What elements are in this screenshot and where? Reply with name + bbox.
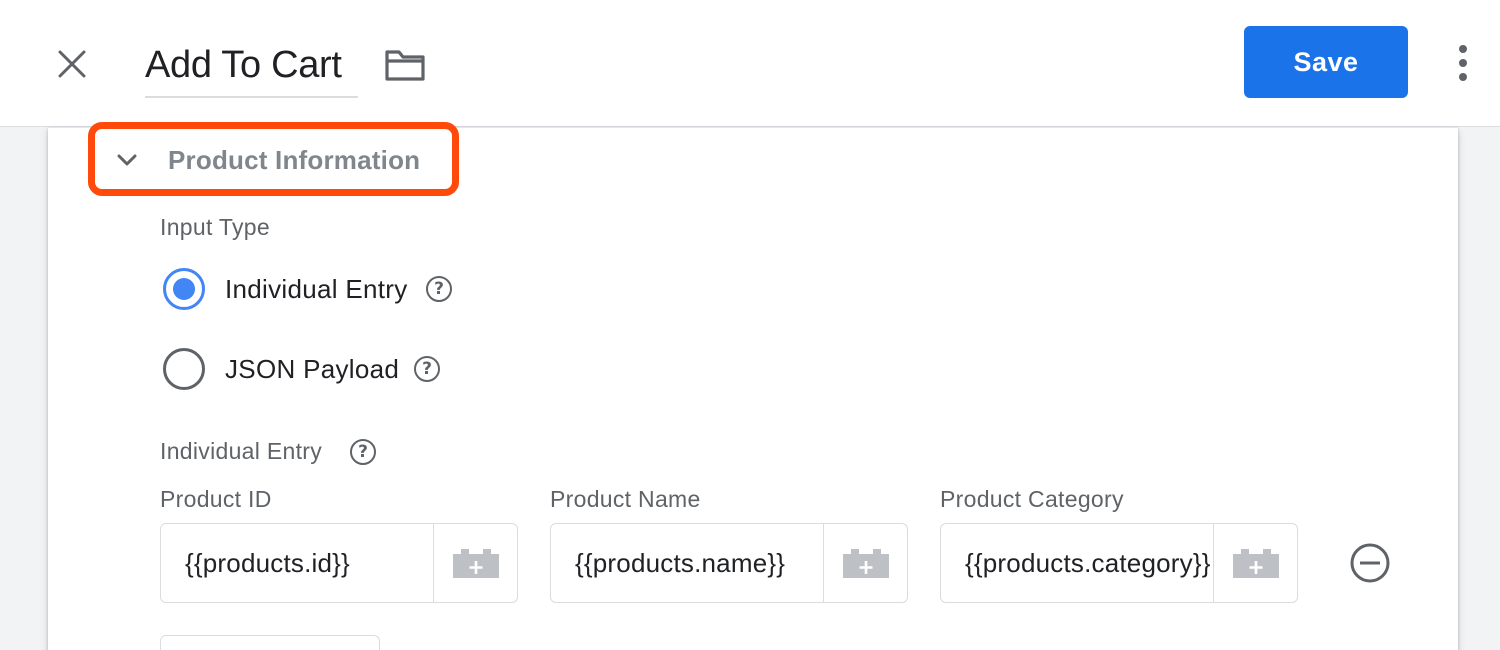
variable-picker-button[interactable]: [1213, 524, 1297, 602]
page-title[interactable]: Add To Cart: [145, 36, 358, 94]
top-bar: Add To Cart Save: [0, 0, 1500, 127]
radio-label-individual-entry: Individual Entry: [225, 274, 408, 304]
save-button[interactable]: Save: [1244, 26, 1408, 98]
more-options-button[interactable]: [1448, 40, 1478, 86]
input-type-label: Input Type: [160, 214, 270, 240]
product-category-field: [940, 523, 1298, 603]
radio-json-payload[interactable]: [163, 348, 205, 390]
add-row-button[interactable]: [160, 635, 380, 650]
product-id-input[interactable]: [161, 524, 433, 602]
product-name-field: [550, 523, 908, 603]
product-id-label: Product ID: [160, 486, 272, 512]
add-variable-icon: [842, 549, 889, 578]
help-icon[interactable]: ?: [350, 439, 376, 465]
help-icon[interactable]: ?: [414, 356, 440, 382]
folder-button[interactable]: [383, 46, 427, 84]
close-button[interactable]: [52, 44, 92, 84]
folder-icon: [385, 50, 425, 81]
more-vertical-icon-dot: [1459, 59, 1467, 67]
add-variable-icon: [452, 549, 499, 578]
product-name-label: Product Name: [550, 486, 701, 512]
more-vertical-icon: [1459, 45, 1467, 53]
chevron-down-icon: [117, 154, 137, 166]
section-title: Product Information: [168, 145, 421, 175]
product-id-field: [160, 523, 518, 603]
product-category-label: Product Category: [940, 486, 1124, 512]
radio-label-json-payload: JSON Payload: [225, 354, 400, 384]
add-variable-icon: [1232, 549, 1279, 578]
section-header-product-information[interactable]: Product Information: [88, 122, 459, 196]
more-vertical-icon-dot: [1459, 73, 1467, 81]
remove-row-button[interactable]: [1348, 541, 1392, 585]
product-name-input[interactable]: [551, 524, 823, 602]
radio-individual-entry[interactable]: [163, 268, 205, 310]
individual-entry-label: Individual Entry: [160, 438, 323, 464]
help-icon[interactable]: ?: [426, 276, 452, 302]
remove-circle-icon: [1350, 543, 1390, 583]
title-field[interactable]: Add To Cart: [145, 36, 358, 98]
variable-picker-button[interactable]: [823, 524, 907, 602]
product-category-input[interactable]: [941, 524, 1213, 602]
variable-picker-button[interactable]: [433, 524, 517, 602]
close-icon: [58, 50, 86, 78]
